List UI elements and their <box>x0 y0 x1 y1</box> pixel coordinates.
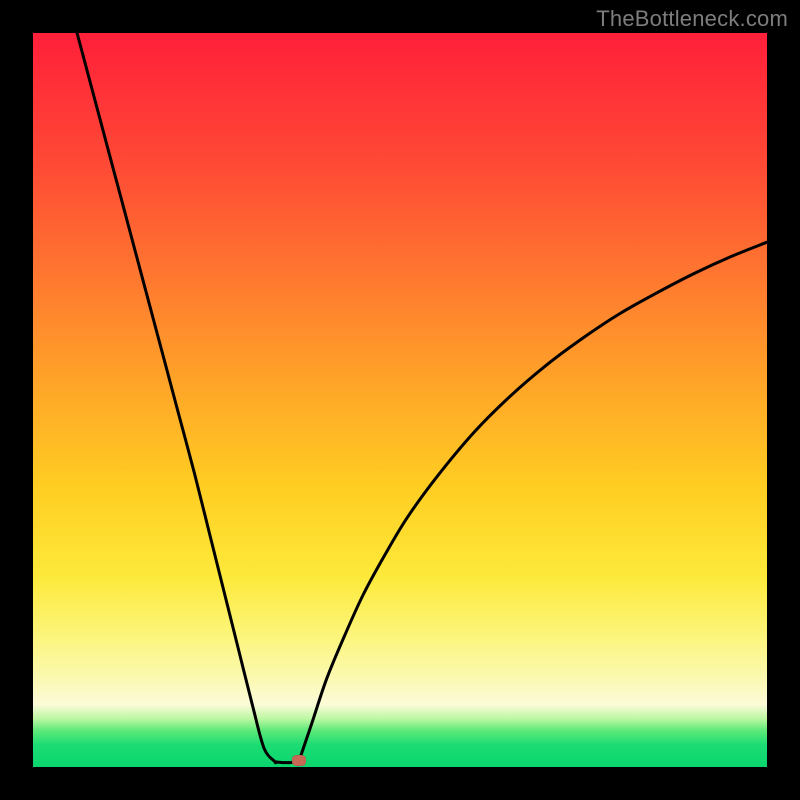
watermark-text: TheBottleneck.com <box>596 6 788 32</box>
min-marker <box>292 755 306 766</box>
plot-area <box>33 33 767 767</box>
curve-path <box>77 33 767 765</box>
chart-frame: TheBottleneck.com <box>0 0 800 800</box>
curve-svg <box>33 33 767 767</box>
